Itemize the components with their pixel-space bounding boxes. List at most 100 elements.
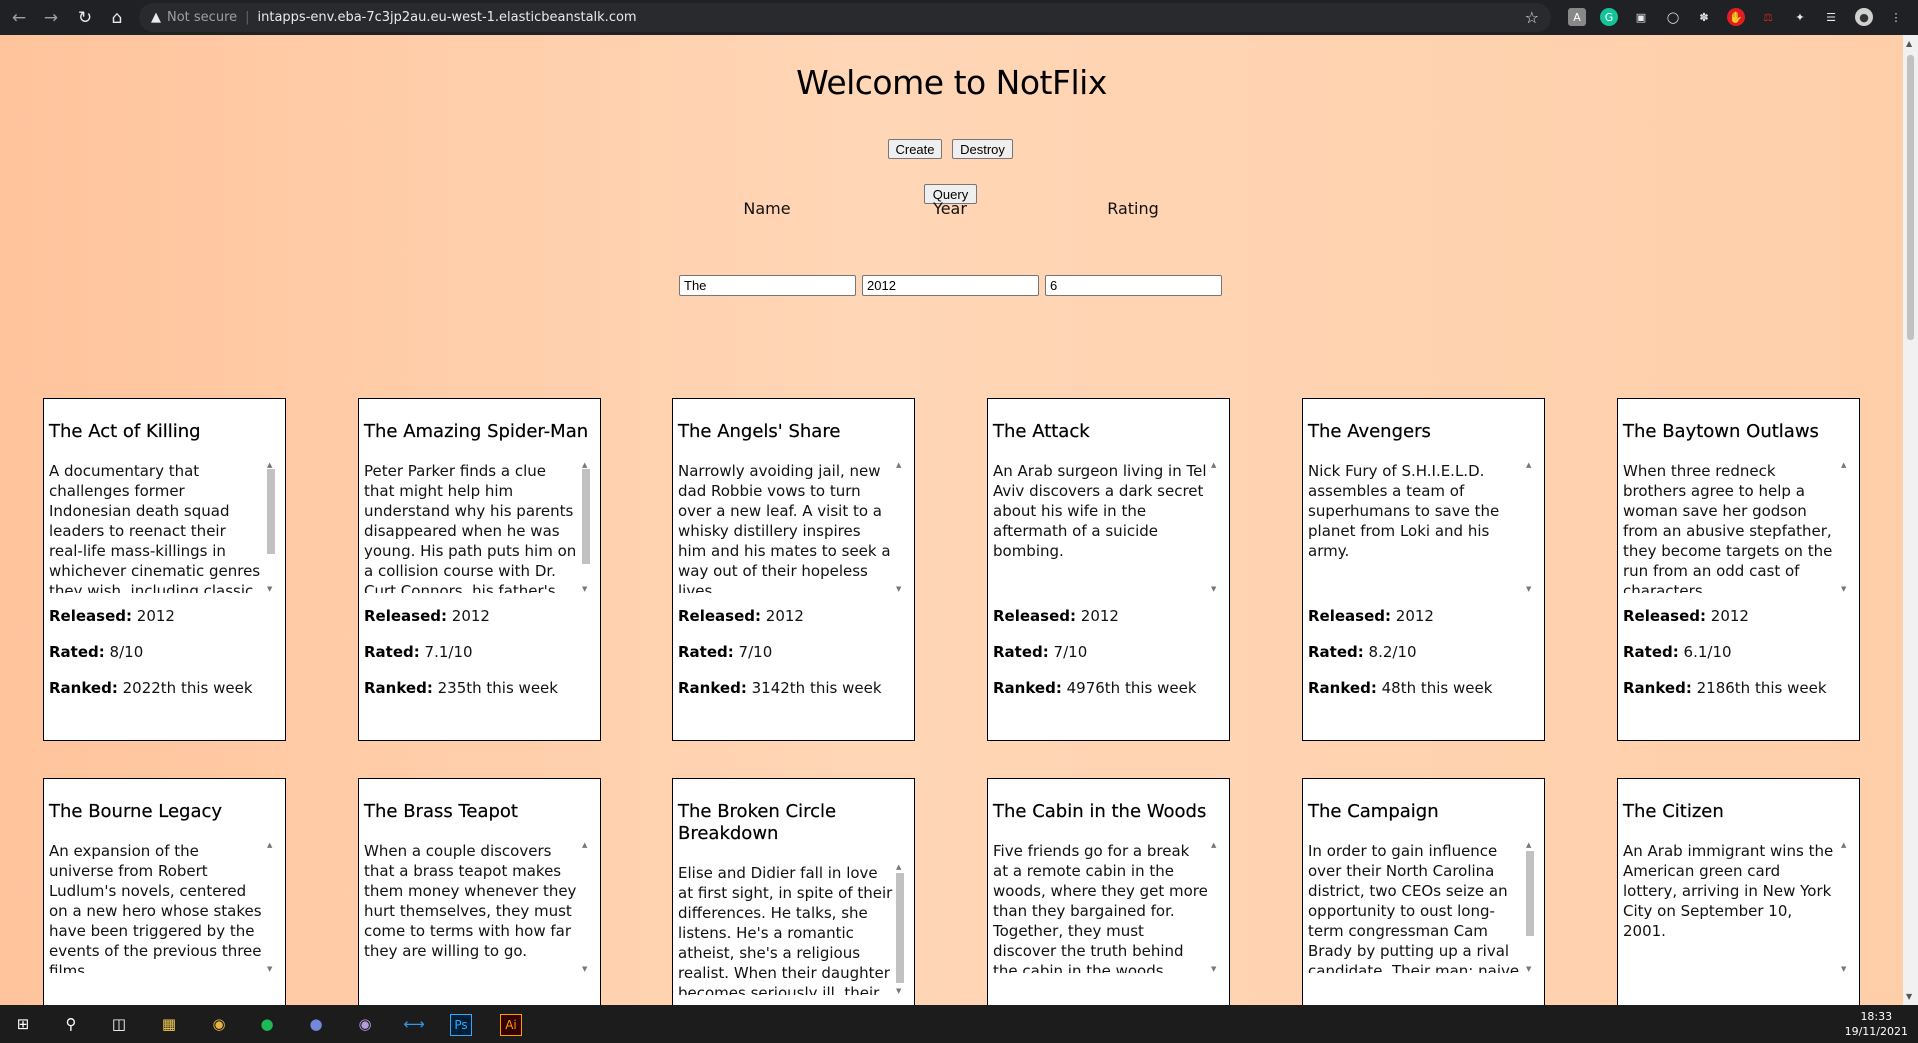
search-icon[interactable]: ⚲ <box>58 1011 84 1037</box>
released-label: Released: <box>1623 607 1706 625</box>
scroll-down-icon[interactable]: ▼ <box>1906 992 1912 1001</box>
description-scrollbar[interactable]: ▲ ▼ <box>1208 841 1222 973</box>
file-explorer-icon[interactable]: ▦ <box>156 1011 182 1037</box>
scroll-up-icon[interactable]: ▲ <box>267 461 272 469</box>
profile-avatar-icon[interactable]: ● <box>1855 8 1873 26</box>
movie-title: The Citizen <box>1623 801 1724 822</box>
reload-icon[interactable]: ↻ <box>70 0 100 35</box>
movie-card: The Brass Teapot When a couple discovers … <box>358 778 601 1005</box>
name-input[interactable]: The <box>679 275 856 296</box>
scroll-down-icon[interactable]: ▼ <box>1211 585 1216 593</box>
scroll-up-icon[interactable]: ▲ <box>582 461 587 469</box>
address-bar[interactable]: ▲ Not secure | intapps-env.eba-7c3jp2au.… <box>139 3 1551 32</box>
scroll-down-icon[interactable]: ▼ <box>896 585 901 593</box>
bookmark-star-icon[interactable]: ☆ <box>1525 8 1539 27</box>
forward-icon[interactable]: → <box>36 0 66 35</box>
scrollbar-thumb[interactable] <box>896 873 904 983</box>
scrollbar-thumb[interactable] <box>267 469 275 554</box>
extension-red-icon[interactable]: ⚖ <box>1759 8 1777 26</box>
rated-label: Rated: <box>678 643 734 661</box>
rated-value: 7/10 <box>1053 643 1088 661</box>
discord-icon[interactable]: ● <box>303 1011 329 1037</box>
address-separator: | <box>245 10 250 25</box>
reading-list-icon[interactable]: ☰ <box>1822 8 1840 26</box>
adblock-icon[interactable]: ✋ <box>1727 8 1745 26</box>
globe-icon[interactable]: ◯ <box>1664 8 1682 26</box>
scroll-down-icon[interactable]: ▼ <box>582 585 587 593</box>
scrollbar-thumb[interactable] <box>1526 851 1534 936</box>
scroll-down-icon[interactable]: ▼ <box>1526 585 1531 593</box>
description-scrollbar[interactable]: ▲ ▼ <box>264 461 278 593</box>
scroll-up-icon[interactable]: ▲ <box>1841 841 1846 849</box>
description-scrollbar[interactable]: ▲ ▼ <box>579 841 593 973</box>
illustrator-icon[interactable]: Ai <box>500 1014 522 1036</box>
movie-title: The Broken Circle Breakdown <box>678 801 837 844</box>
spotify-icon[interactable]: ● <box>254 1011 280 1037</box>
home-icon[interactable]: ⌂ <box>102 0 132 35</box>
menu-kebab-icon[interactable]: ⋮ <box>1887 8 1905 26</box>
chrome-icon[interactable]: ◉ <box>206 1011 232 1037</box>
scroll-up-icon[interactable]: ▲ <box>582 841 587 849</box>
scroll-up-icon[interactable]: ▲ <box>1841 461 1846 469</box>
scroll-up-icon[interactable]: ▲ <box>1211 461 1216 469</box>
scroll-up-icon[interactable]: ▲ <box>1526 461 1531 469</box>
scroll-down-icon[interactable]: ▼ <box>1526 965 1531 973</box>
rating-input[interactable]: 6 <box>1045 275 1222 296</box>
description-scrollbar[interactable]: ▲ ▼ <box>1208 461 1222 593</box>
movie-description: When a couple discovers that a brass tea… <box>364 842 577 960</box>
released-value: 2012 <box>1080 607 1119 625</box>
movie-ranked: Ranked: 4976th this week <box>993 679 1197 697</box>
puzzle-icon[interactable]: ✦ <box>1791 8 1809 26</box>
task-view-icon[interactable]: ◫ <box>106 1011 132 1037</box>
scroll-down-icon[interactable]: ▼ <box>1841 585 1846 593</box>
description-scrollbar[interactable]: ▲ ▼ <box>1523 461 1537 593</box>
scrollbar-thumb[interactable] <box>582 469 590 564</box>
vscode-icon[interactable]: ⟷ <box>401 1011 427 1037</box>
description-scrollbar[interactable]: ▲ ▼ <box>1838 841 1852 973</box>
page-scrollbar[interactable]: ▲ ▼ <box>1903 35 1918 1005</box>
movie-rated: Rated: 8.2/10 <box>1308 643 1417 661</box>
description-scrollbar[interactable]: ▲ ▼ <box>579 461 593 593</box>
scroll-down-icon[interactable]: ▼ <box>267 585 272 593</box>
scroll-up-icon[interactable]: ▲ <box>896 461 901 469</box>
scrollbar-thumb[interactable] <box>1907 55 1914 340</box>
description-scrollbar[interactable]: ▲ ▼ <box>264 841 278 973</box>
description-scrollbar[interactable]: ▲ ▼ <box>893 863 907 995</box>
camera-icon[interactable]: ▣ <box>1632 8 1650 26</box>
scroll-down-icon[interactable]: ▼ <box>1841 965 1846 973</box>
scroll-down-icon[interactable]: ▼ <box>267 965 272 973</box>
scroll-down-icon[interactable]: ▼ <box>896 987 901 995</box>
description-scrollbar[interactable]: ▲ ▼ <box>893 461 907 593</box>
description-scrollbar[interactable]: ▲ ▼ <box>1523 841 1537 973</box>
back-icon[interactable]: ← <box>4 0 34 35</box>
description-scrollbar[interactable]: ▲ ▼ <box>1838 461 1852 593</box>
ranked-value: 3142th this week <box>751 679 882 697</box>
github-icon[interactable]: ◉ <box>352 1011 378 1037</box>
ranked-label: Ranked: <box>1308 679 1377 697</box>
scroll-up-icon[interactable]: ▲ <box>1211 841 1216 849</box>
scroll-down-icon[interactable]: ▼ <box>582 965 587 973</box>
rated-label: Rated: <box>49 643 105 661</box>
year-label: Year <box>933 199 967 218</box>
extension-icon[interactable]: A <box>1568 8 1586 26</box>
released-value: 2012 <box>136 607 175 625</box>
scroll-up-icon[interactable]: ▲ <box>1526 841 1531 849</box>
create-button[interactable]: Create <box>888 139 942 159</box>
windows-start-icon[interactable]: ⊞ <box>10 1011 36 1037</box>
movie-description: Peter Parker finds a clue that might hel… <box>364 462 577 593</box>
scroll-down-icon[interactable]: ▼ <box>1211 965 1216 973</box>
ranked-label: Ranked: <box>678 679 747 697</box>
photoshop-icon[interactable]: Ps <box>450 1014 472 1036</box>
destroy-button[interactable]: Destroy <box>952 139 1013 159</box>
rated-label: Rated: <box>1308 643 1364 661</box>
grammarly-icon[interactable]: G <box>1600 8 1618 26</box>
scroll-up-icon[interactable]: ▲ <box>1906 39 1912 48</box>
movie-card: The Avengers Nick Fury of S.H.I.E.L.D. as… <box>1302 398 1545 741</box>
movie-card: The Broken Circle Breakdown Elise and Did… <box>672 778 915 1005</box>
movie-card: The Citizen An Arab immigrant wins the Am… <box>1617 778 1860 1005</box>
movie-description: Elise and Didier fall in love at first s… <box>678 864 893 995</box>
year-input[interactable]: 2012 <box>862 275 1039 296</box>
scroll-up-icon[interactable]: ▲ <box>896 863 901 871</box>
scroll-up-icon[interactable]: ▲ <box>267 841 272 849</box>
react-icon[interactable]: ✽ <box>1695 8 1713 26</box>
